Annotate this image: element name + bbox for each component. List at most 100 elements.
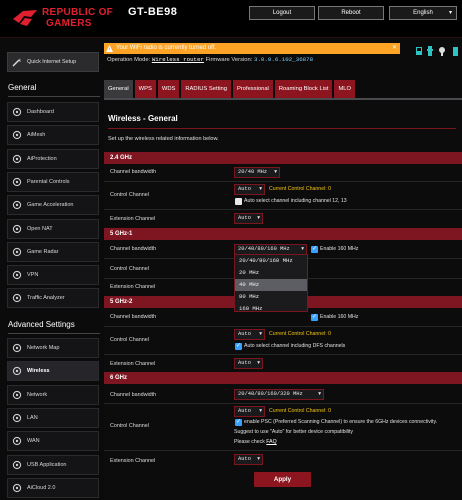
dropdown-option[interactable]: 20 MHz [235,267,307,279]
sidebar-item-parental-controls[interactable]: Parental Controls [7,171,99,192]
enable-160mhz-checkbox-5-1[interactable]: ✓ [311,246,318,253]
sidebar-item-label: Game Acceleration [27,202,74,209]
wand-icon [12,58,22,67]
extension-channel-select-2-4[interactable]: Auto ▾ [234,213,263,224]
dropdown-option[interactable]: 40 MHz [235,279,307,291]
auto-select-dfs-label: Auto select channel including DFS channe… [244,343,346,349]
tab-wps[interactable]: WPS [134,80,156,98]
rog-logo[interactable]: REPUBLIC OF GAMERS [12,5,122,33]
band-header-2-4ghz: 2.4 GHz [104,152,462,164]
sidebar-item-aiprotection[interactable]: AiProtection [7,148,99,169]
extension-channel-select-6[interactable]: Auto ▾ [234,454,263,465]
tab-radius-setting[interactable]: RADIUS Setting [181,80,231,98]
sidebar-item-label: Traffic Analyzer [27,295,65,302]
control-channel-label: Control Channel [110,192,149,198]
usb-icon [427,46,433,56]
channel-bandwidth-select-6[interactable]: 20/40/80/160/320 MHz ▾ [234,389,324,400]
sidebar-item-aicloud-2-0[interactable]: AiCloud 2.0 [7,477,99,498]
general-section-title: General [8,83,37,92]
page-title: Wireless - General [108,114,178,123]
tab-mlo[interactable]: MLO [334,80,356,98]
sidebar-item-open-nat[interactable]: Open NAT [7,218,99,239]
sidebar-item-wireless[interactable]: Wireless [7,361,99,382]
aimesh-icon [12,130,22,140]
control-channel-select-5-2[interactable]: Auto ▾ [234,329,265,340]
sidebar-item-aimesh[interactable]: AiMesh [7,125,99,146]
auto-select-dfs-checkbox[interactable]: ✓ [235,343,242,350]
sidebar-item-dashboard[interactable]: Dashboard [7,102,99,122]
faq-link[interactable]: FAQ [266,439,276,445]
logout-button[interactable]: Logout [249,6,315,20]
dropdown-option[interactable]: 20/40/80/160 MHz [235,255,307,267]
main-content: Your WiFi radio is currently turned off.… [104,38,462,500]
sidebar-item-label: Wireless [27,368,50,375]
sidebar-item-vpn[interactable]: VPN [7,265,99,286]
sidebar-item-game-acceleration[interactable]: Game Acceleration [7,195,99,216]
auto-select-ch12-13-checkbox[interactable] [235,198,242,205]
sidebar-item-game-radar[interactable]: Game Radar [7,241,99,262]
sidebar-item-usb-application[interactable]: USB Application [7,454,99,475]
chevron-down-icon: ▾ [274,169,277,175]
current-control-channel: Current Control Channel: 0 [269,331,331,337]
row-divider [104,450,462,451]
dropdown-option[interactable]: 80 MHz [235,291,307,303]
row-divider [104,181,462,182]
select-value: Auto [238,215,251,221]
firmware-label: Firmware Version: [205,57,253,63]
enable-160mhz-checkbox-5-2[interactable]: ✓ [311,314,318,321]
control-channel-select-6[interactable]: Auto ▾ [234,406,265,417]
language-select[interactable]: English ▾ [389,6,457,20]
sidebar-item-label: Parental Controls [27,178,70,185]
row-divider [104,403,462,404]
tab-professional[interactable]: Professional [232,80,273,98]
control-channel-label: Control Channel [110,337,149,343]
quick-internet-setup-button[interactable]: Quick Internet Setup [7,52,99,72]
sidebar-item-wan[interactable]: WAN [7,431,99,452]
firmware-version[interactable]: 3.0.0.6.102_36878 [254,56,313,63]
channel-bandwidth-label: Channel bandwidth [110,314,157,320]
sidebar-item-traffic-analyzer[interactable]: Traffic Analyzer [7,288,99,309]
tab-roaming-block-list[interactable]: Roaming Block List [274,80,333,98]
close-icon[interactable]: ✕ [392,43,397,54]
tab-wds[interactable]: WDS [157,80,180,98]
wifi-off-warning: Your WiFi radio is currently turned off.… [104,43,400,54]
chevron-down-icon: ▾ [318,391,321,397]
control-channel-label: Control Channel [110,266,149,272]
sidebar-item-label: AiMesh [27,132,46,139]
extension-channel-label: Extension Channel [110,284,156,290]
chevron-down-icon: ▾ [257,360,260,366]
extension-channel-label: Extension Channel [110,458,156,464]
divider [8,333,100,334]
extension-channel-label: Extension Channel [110,216,156,222]
dropdown-option[interactable]: 160 MHz [235,303,307,315]
extension-channel-select-5-2[interactable]: Auto ▾ [234,358,263,369]
current-control-channel: Current Control Channel: 0 [269,186,331,192]
select-value: 20/40/80/160 MHz [238,246,290,252]
control-channel-select-2-4[interactable]: Auto ▾ [234,184,265,195]
sidebar-item-network[interactable]: Network [7,384,99,405]
network-map-icon [12,343,22,353]
select-value: 20/40/80/160/320 MHz [238,391,303,397]
select-value: Auto [238,360,251,366]
op-mode-label: Operation Mode: [107,57,151,63]
warning-text: Your WiFi radio is currently turned off. [116,45,217,51]
reboot-button[interactable]: Reboot [318,6,384,20]
dashboard-icon [12,107,22,117]
device-icon [453,47,458,56]
apply-button[interactable]: Apply [254,472,311,487]
operation-mode: Operation Mode: Wireless router Firmware… [107,56,313,63]
status-icons [416,46,458,56]
sidebar-item-network-map[interactable]: Network Map [7,338,99,358]
chevron-down-icon: ▾ [259,186,262,192]
wan-icon [12,436,22,446]
row-divider [104,354,462,355]
sidebar-item-lan[interactable]: LAN [7,407,99,428]
enable-psc-checkbox[interactable]: ✓ [235,419,242,426]
op-mode-link[interactable]: Wireless router [152,56,204,63]
select-value: Auto [238,408,251,414]
channel-bandwidth-select-2-4[interactable]: 20/40 MHz ▾ [234,167,280,178]
enable-160mhz-label: Enable 160 MHz [320,246,359,252]
page-description: Set up the wireless related information … [108,136,219,142]
tab-general[interactable]: General [104,80,133,98]
usb-icon [12,460,22,470]
